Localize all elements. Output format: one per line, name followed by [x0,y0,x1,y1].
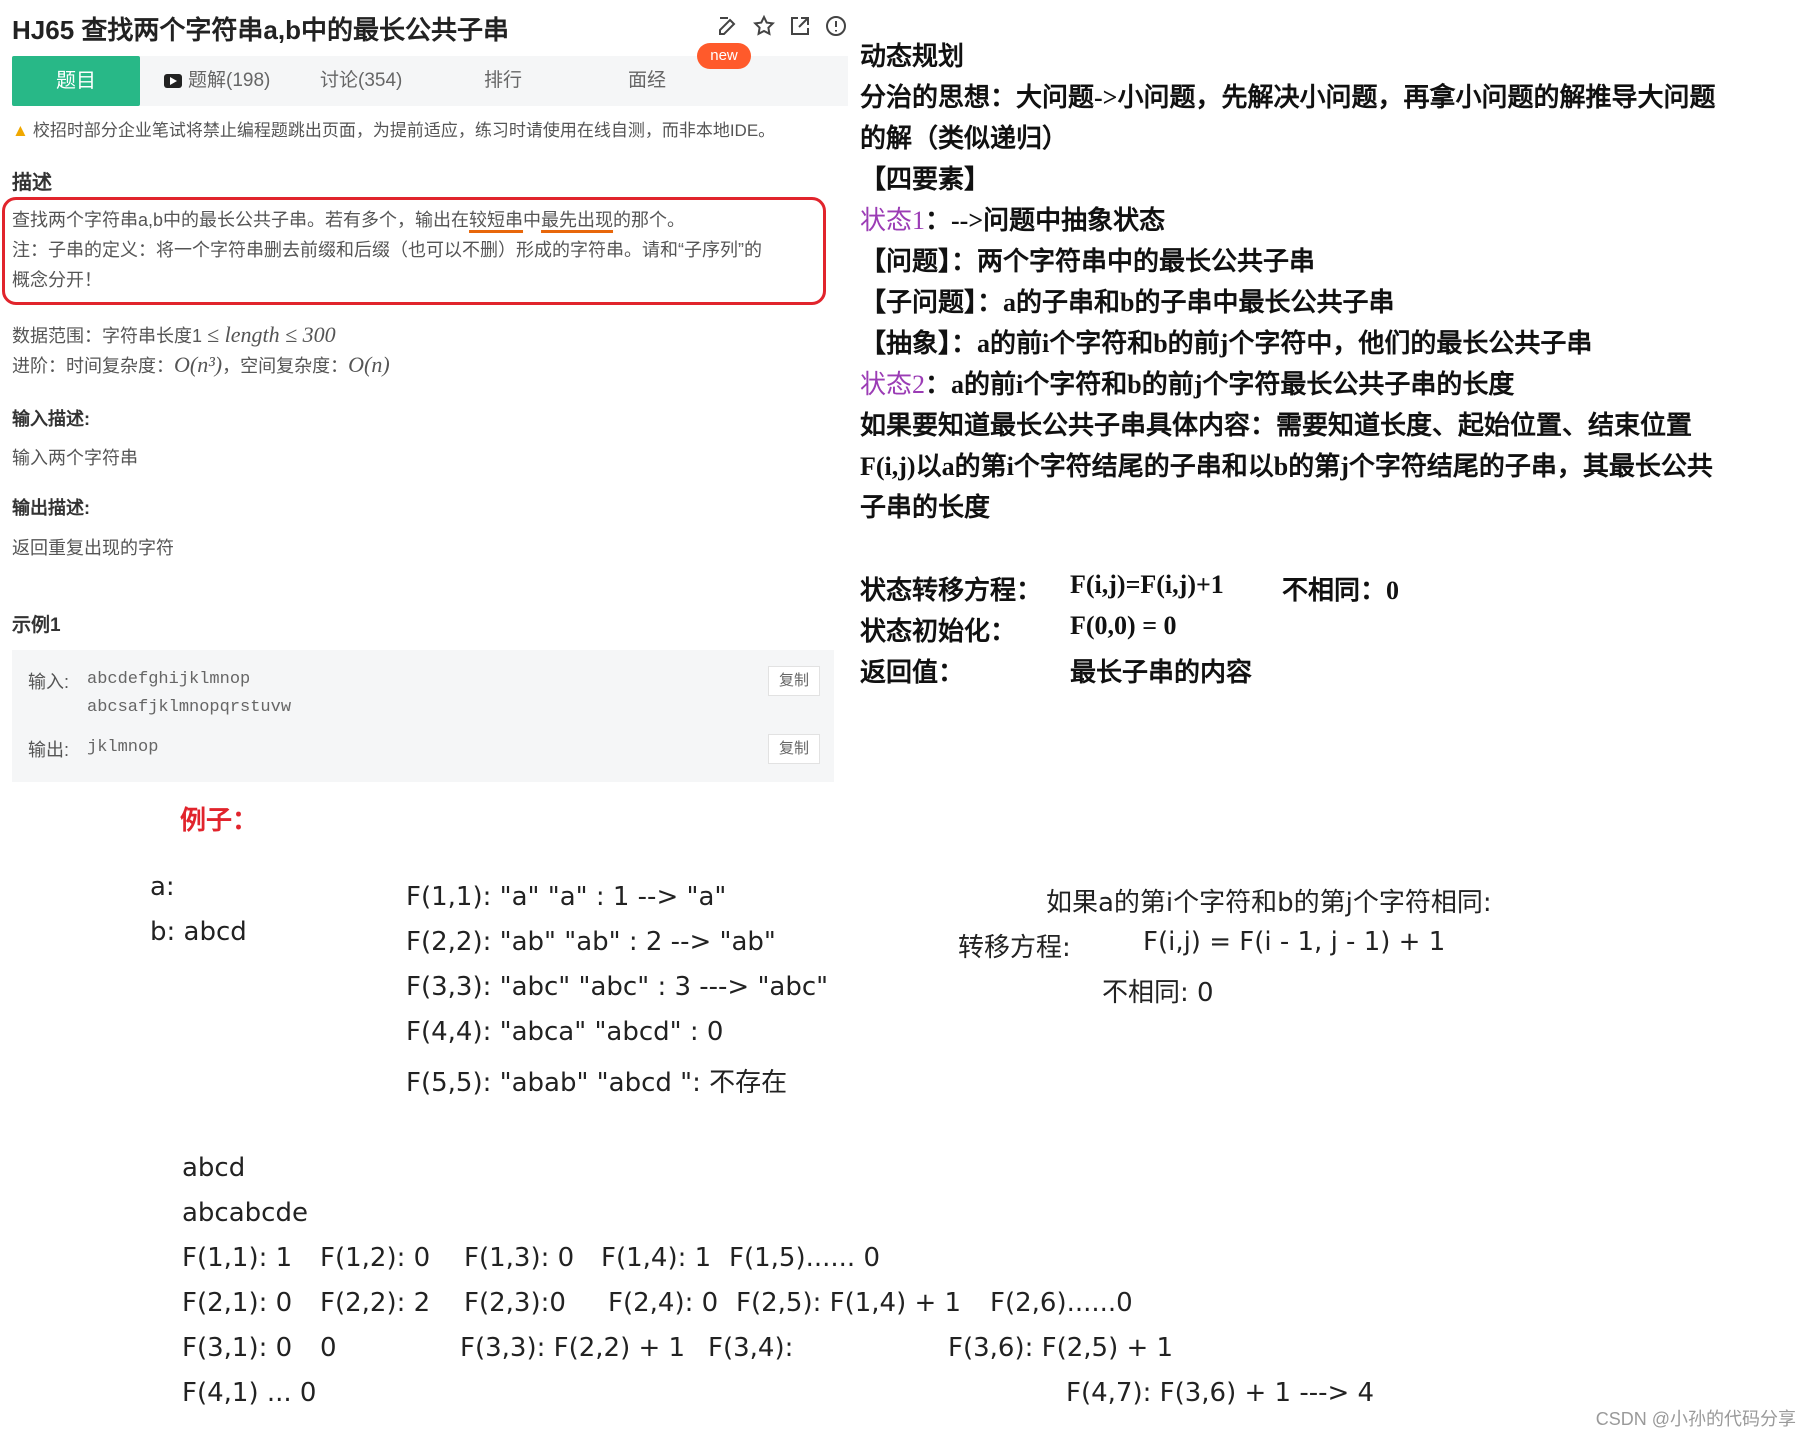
note-line: 动态规划 [860,42,965,71]
notice-bar: ▲ 校招时部分企业笔试将禁止编程题跳出页面，为提前适应，练习时请使用在线自测，而非… [12,116,775,141]
grid-cell: F(4,1) ... 0 [182,1378,317,1408]
warning-icon: ▲ [12,121,29,140]
grid-cell: F(2,3):0 [464,1288,566,1318]
string-b-label: b: abcd [150,917,247,947]
f-row: F(3,3): "abc" "abc" : 3 ---> "abc" [406,972,829,1002]
transition-diff: 不相同：0 [1282,576,1400,605]
note-line: 分治的思想：大问题->小问题，先解决小问题，再拿小问题的解推导大问题 [860,83,1716,112]
grid-cell: 0 [320,1333,337,1363]
example-box: 输入: abcdefghijklmnop abcsafjklmnopqrstuv… [12,650,834,782]
transition-value: F(i,j)=F(i,j)+1 [1070,570,1224,599]
grid-cell: F(3,1): 0 [182,1333,293,1363]
star-icon[interactable] [752,14,776,38]
f-row: F(5,5): "abab" "abcd ": 不存在 [406,1068,788,1098]
grid-cell: F(1,3): 0 [464,1243,575,1273]
note-line: 状态1：-->问题中抽象状态 [860,206,1166,235]
info-icon[interactable] [824,14,848,38]
grid-cell: F(4,7): F(3,6) + 1 ---> 4 [1066,1378,1375,1408]
grid-cell: F(2,6)......0 [990,1288,1133,1318]
data-range: 数据范围：字符串长度1 ≤ length ≤ 300 [12,322,336,347]
note-line: 【问题】：两个字符串中的最长公共子串 [860,247,1316,276]
copy-output-button[interactable]: 复制 [768,734,820,764]
example-heading: 示例1 [12,615,61,636]
description-line-3: 概念分开！ [12,270,102,290]
grid-cell: F(1,4): 1 [601,1243,712,1273]
note-line: 【四要素】 [860,165,991,194]
note-line: 的解（类似递归） [860,124,1069,153]
note-line: F(i,j)以a的第i个字符结尾的子串和以b的第j个字符结尾的子串，其最长公共 [860,452,1713,481]
example-output-label: 输出: [28,740,70,760]
note-line: 状态2：a的前i个字符和b的前j个字符最长公共子串的长度 [860,370,1515,399]
share-icon[interactable] [788,14,812,38]
note-line: 【抽象】：a的前i个字符和b的前j个字符中，他们的最长公共子串 [860,329,1593,358]
tab-problem[interactable]: 题目 [12,56,140,106]
grid-cell: F(2,1): 0 [182,1288,293,1318]
example-input-line-2: abcsafjklmnopqrstuvw [87,698,292,717]
transfer-label: 转移方程: [958,933,1071,963]
input-text: 输入两个字符串 [12,448,138,468]
tab-ranking[interactable]: 排行 [484,56,522,106]
transition-label: 状态转移方程： [860,576,1043,605]
tab-interview[interactable]: 面经 [628,56,666,106]
return-value: 最长子串的内容 [1070,658,1253,687]
same-char-title: 如果a的第i个字符和b的第j个字符相同: [1046,888,1492,918]
f-row: F(2,2): "ab" "ab" : 2 --> "ab" [406,927,776,957]
new-badge: new [697,43,751,69]
grid-cell: F(1,1): 1 [182,1243,293,1273]
page-title: HJ65 查找两个字符串a,b中的最长公共子串 [12,15,509,45]
output-text: 返回重复出现的字符 [12,538,174,558]
video-icon [164,73,182,88]
f-row: F(1,1): "a" "a" : 1 --> "a" [406,882,727,912]
tab-solutions-label: 题解(198) [188,70,271,91]
string-2: abcabcde [182,1198,308,1228]
init-value: F(0,0) = 0 [1070,611,1177,640]
input-heading: 输入描述: [12,409,90,429]
edit-icon[interactable] [716,14,740,38]
output-heading: 输出描述: [12,498,90,518]
copy-input-button[interactable]: 复制 [768,666,820,696]
grid-cell: F(2,5): F(1,4) + 1 [736,1288,962,1318]
diff-label: 不相同: 0 [1102,978,1214,1008]
tab-solutions[interactable]: 题解(198) [164,56,270,106]
example-input-line-1: abcdefghijklmnop [87,670,251,689]
example-output-value: jklmnop [87,738,159,757]
tab-discussion[interactable]: 讨论(354) [320,56,402,106]
grid-cell: F(3,3): F(2,2) + 1 [460,1333,686,1363]
grid-cell: F(1,2): 0 [320,1243,431,1273]
notice-text: 校招时部分企业笔试将禁止编程题跳出页面，为提前适应，练习时请使用在线自测，而非本… [32,121,776,140]
grid-cell: F(2,2): 2 [320,1288,431,1318]
grid-cell: F(3,6): F(2,5) + 1 [948,1333,1174,1363]
grid-cell: F(2,4): 0 [608,1288,719,1318]
description-heading: 描述 [12,172,52,194]
complexity: 进阶：时间复杂度：O(n³)，空间复杂度：O(n) [12,352,390,377]
return-label: 返回值： [860,658,965,687]
grid-cell: F(1,5)...... 0 [729,1243,880,1273]
note-line: 【子问题】：a的子串和b的子串中最长公共子串 [860,288,1395,317]
f-row: F(4,4): "abca" "abcd" : 0 [406,1017,724,1047]
init-label: 状态初始化： [860,617,1017,646]
string-a-label: a: [150,872,175,902]
example-input-label: 输入: [28,672,70,692]
grid-cell: F(3,4): [708,1333,794,1363]
string-1: abcd [182,1153,246,1183]
note-line: 子串的长度 [860,493,991,522]
note-line: 如果要知道最长公共子串具体内容：需要知道长度、起始位置、结束位置 [860,411,1693,440]
description-line-1: 查找两个字符串a,b中的最长公共子串。若有多个，输出在较短串中最先出现的那个。 [12,210,686,230]
description-line-2: 注：子串的定义：将一个字符串删去前缀和后缀（也可以不删）形成的字符串。请和“子序… [12,240,762,260]
transfer-value: F(i,j) = F(i - 1, j - 1) + 1 [1143,927,1446,957]
example-label: 例子： [180,806,259,835]
watermark: CSDN @小孙的代码分享 [1595,1409,1796,1429]
